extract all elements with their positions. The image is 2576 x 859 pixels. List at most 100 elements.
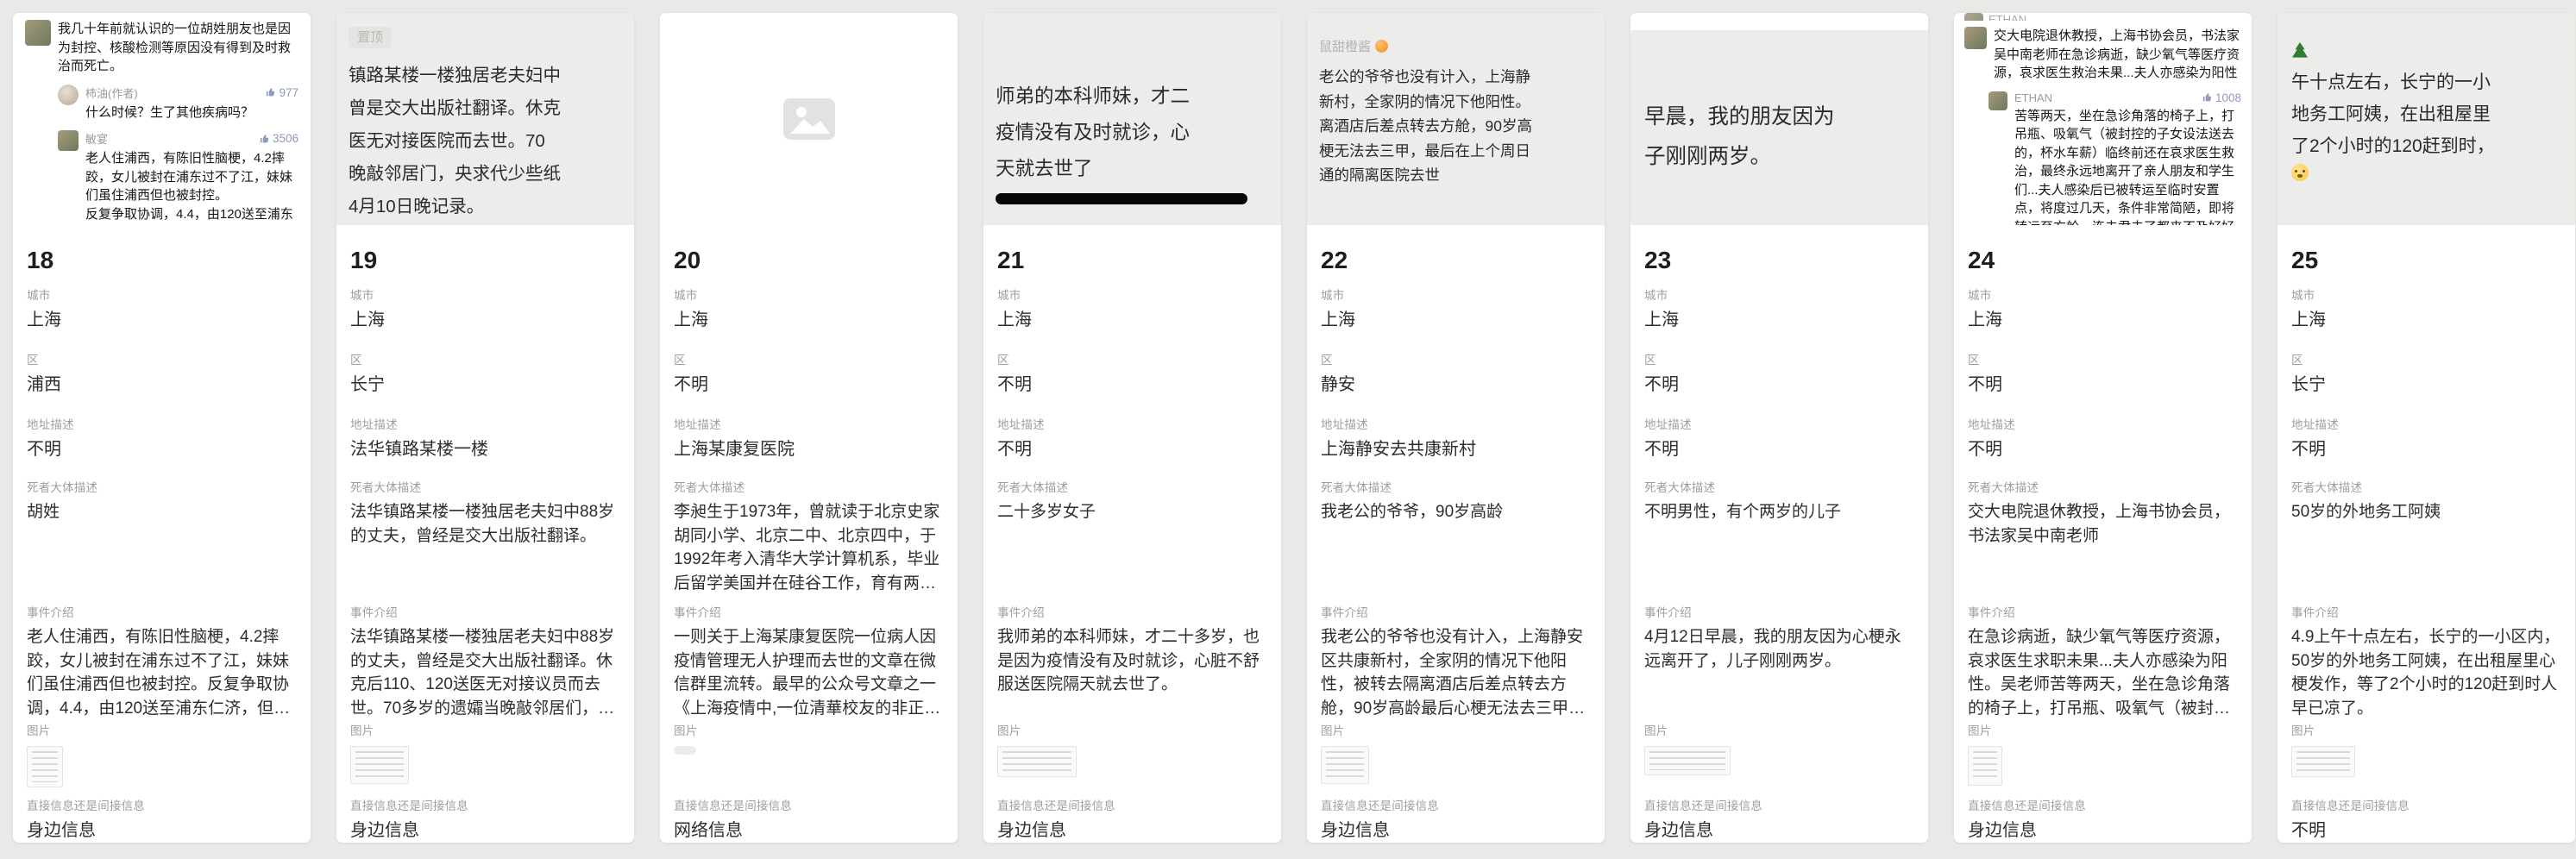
field-value-district: 不明 — [674, 373, 944, 397]
field-event: 事件介绍 我老公的爷爷也没有计入，上海静安区共康新村，全家阴的情况下他阳性，被转… — [1321, 606, 1591, 724]
field-city: 城市 上海 — [997, 289, 1267, 354]
field-label-image: 图片 — [2291, 724, 2561, 738]
field-label-event: 事件介绍 — [1321, 606, 1591, 620]
record-card[interactable]: 我几十年前就认识的一位胡姓朋友也是因为封控、核酸检测等原因没有得到及时救治而死亡… — [12, 12, 311, 843]
field-direct: 直接信息还是间接信息 身边信息 — [1321, 799, 1591, 843]
image-thumbnail[interactable] — [2291, 746, 2355, 777]
field-label-deceased: 死者大体描述 — [1644, 481, 1914, 495]
field-city: 城市 上海 — [1644, 289, 1914, 354]
avatar — [25, 20, 51, 46]
field-value-address: 不明 — [1644, 437, 1914, 461]
screenshot-text-line: 晚敲邻居门，央求代少些纸 — [349, 158, 622, 191]
field-city: 城市 上海 — [2291, 289, 2561, 354]
field-label-city: 城市 — [674, 289, 944, 303]
field-label-deceased: 死者大体描述 — [997, 481, 1267, 495]
image-thumbnail[interactable] — [27, 746, 63, 787]
field-label-district: 区 — [1968, 354, 2238, 367]
field-label-direct: 直接信息还是间接信息 — [997, 799, 1267, 813]
field-direct: 直接信息还是间接信息 网络信息 — [674, 799, 944, 843]
field-label-address: 地址描述 — [1321, 418, 1591, 432]
screenshot-text-line: 离酒店后差点转去方舱，90岁高 — [1319, 114, 1593, 139]
field-value-address: 不明 — [997, 437, 1267, 461]
field-label-direct: 直接信息还是间接信息 — [2291, 799, 2561, 813]
record-card[interactable]: 早晨，我的朋友因为子刚刚两岁。 23 城市 上海 区 不明 地址描述 不明 死者… — [1630, 12, 1929, 843]
field-label-district: 区 — [27, 354, 297, 367]
field-image: 图片 — [2291, 724, 2561, 799]
field-value-deceased: 法华镇路某楼一楼独居老夫妇中88岁的丈夫，曾经是交大出版社翻译。 — [350, 500, 620, 548]
field-value-event: 一则关于上海某康复医院一位病人因疫情管理无人护理而去世的文章在微信群里流转。最早… — [674, 625, 944, 720]
field-value-city: 上海 — [27, 308, 297, 332]
field-value-district: 静安 — [1321, 373, 1591, 397]
field-label-address: 地址描述 — [27, 418, 297, 432]
comment-text: 什么时候？生了其他疾病吗？ — [85, 103, 298, 122]
field-label-address: 地址描述 — [997, 418, 1267, 432]
field-value-direct: 身边信息 — [1644, 818, 1914, 843]
field-district: 区 静安 — [1321, 354, 1591, 418]
field-direct: 直接信息还是间接信息 身边信息 — [27, 799, 297, 843]
image-thumbnail[interactable] — [1321, 746, 1369, 784]
comment-row: 交大电院退休教授，上海书协会员，书法家吴中南老师在急诊病逝，缺少氧气等医疗资源，… — [1964, 27, 2241, 83]
field-address: 地址描述 不明 — [997, 418, 1267, 481]
field-value-deceased: 不明男性，有个两岁的儿子 — [1644, 500, 1914, 524]
screenshot-text-line: 梗无法去三甲，最后在上个周日 — [1319, 139, 1593, 164]
cover-screenshot: 置顶镇路某楼一楼独居老夫妇中曾是交大出版社翻译。休克医无对接医院而去世。70晚敲… — [336, 13, 634, 225]
field-label-district: 区 — [350, 354, 620, 367]
record-number: 19 — [350, 248, 620, 289]
field-value-city: 上海 — [997, 308, 1267, 332]
record-body: 20 城市 上海 区 不明 地址描述 上海某康复医院 死者大体描述 李昶生于19… — [660, 225, 958, 843]
screenshot-text-line: 4月10日晚记录。 — [349, 191, 622, 223]
record-card[interactable]: 午十点左右，长宁的一小地务工阿姨，在出租屋里了2个小时的120赶到时， 25 城… — [2277, 12, 2576, 843]
field-direct: 直接信息还是间接信息 身边信息 — [1644, 799, 1914, 843]
record-card[interactable]: 置顶镇路某楼一楼独居老夫妇中曾是交大出版社翻译。休克医无对接医院而去世。70晚敲… — [336, 12, 635, 843]
field-label-deceased: 死者大体描述 — [1321, 481, 1591, 495]
image-thumbnail[interactable] — [1968, 746, 2002, 786]
screenshot-text-line: 师弟的本科师妹，才二 — [996, 78, 1269, 115]
record-body: 18 城市 上海 区 浦西 地址描述 不明 死者大体描述 胡姓 事件介绍 老人住… — [13, 225, 311, 843]
screenshot-text-line: 地务工阿姨，在出租屋里 — [2291, 98, 2561, 130]
field-label-city: 城市 — [350, 289, 620, 303]
field-address: 地址描述 不明 — [27, 418, 297, 481]
record-cover-image: 午十点左右，长宁的一小地务工阿姨，在出租屋里了2个小时的120赶到时， — [2278, 13, 2575, 225]
record-card[interactable]: 鼠甜橙酱老公的爷爷也没有计入，上海静新村，全家阴的情况下他阳性。离酒店后差点转去… — [1306, 12, 1605, 843]
field-event: 事件介绍 一则关于上海某康复医院一位病人因疫情管理无人护理而去世的文章在微信群里… — [674, 606, 944, 724]
field-city: 城市 上海 — [1321, 289, 1591, 354]
image-thumbnail[interactable] — [674, 746, 696, 755]
field-value-city: 上海 — [1644, 308, 1914, 332]
image-thumbnail[interactable] — [350, 746, 409, 784]
field-event: 事件介绍 我师弟的本科师妹，才二十多岁，也是因为疫情没有及时就诊，心脏不舒服送医… — [997, 606, 1267, 724]
field-value-direct: 身边信息 — [997, 818, 1267, 843]
screenshot-text-line: 了2个小时的120赶到时， — [2291, 130, 2561, 162]
comment-row: 柿油(作者)977什么时候？生了其他疾病吗？ — [58, 85, 298, 122]
screenshot-text-line: 新村，全家阴的情况下他阳性。 — [1319, 90, 1593, 115]
field-label-deceased: 死者大体描述 — [350, 481, 620, 495]
field-address: 地址描述 不明 — [1968, 418, 2238, 481]
record-card[interactable]: 20 城市 上海 区 不明 地址描述 上海某康复医院 死者大体描述 李昶生于19… — [659, 12, 958, 843]
field-direct: 直接信息还是间接信息 身边信息 — [1968, 799, 2238, 843]
field-value-deceased: 交大电院退休教授，上海书协会员，书法家吴中南老师 — [1968, 500, 2238, 548]
cropped-post-header: ETHAN — [1964, 13, 2241, 21]
field-label-event: 事件介绍 — [674, 606, 944, 620]
field-district: 区 不明 — [997, 354, 1267, 418]
record-body: 24 城市 上海 区 不明 地址描述 不明 死者大体描述 交大电院退休教授，上海… — [1954, 225, 2252, 843]
record-body: 22 城市 上海 区 静安 地址描述 上海静安去共康新村 死者大体描述 我老公的… — [1307, 225, 1605, 843]
comment-text: 交大电院退休教授，上海书协会员，书法家吴中南老师在急诊病逝，缺少氧气等医疗资源，… — [1994, 27, 2241, 83]
cry-emoji — [2291, 164, 2309, 181]
field-value-address: 不明 — [1968, 437, 2238, 461]
image-thumbnail[interactable] — [1644, 746, 1731, 775]
tree-emoji — [2291, 42, 2309, 61]
field-label-district: 区 — [1644, 354, 1914, 367]
field-value-deceased: 李昶生于1973年，曾就读于北京史家胡同小学、北京二中、北京四中，于1992年考… — [674, 500, 944, 595]
record-card[interactable]: ETHAN 交大电院退休教授，上海书协会员，书法家吴中南老师在急诊病逝，缺少氧气等… — [1953, 12, 2252, 843]
field-image: 图片 — [27, 724, 297, 799]
field-value-deceased: 50岁的外地务工阿姨 — [2291, 500, 2561, 524]
field-label-direct: 直接信息还是间接信息 — [1321, 799, 1591, 813]
record-card[interactable]: 师弟的本科师妹，才二疫情没有及时就诊，心天就去世了 21 城市 上海 区 不明 … — [983, 12, 1282, 843]
field-label-event: 事件介绍 — [997, 606, 1267, 620]
record-number: 20 — [674, 248, 944, 289]
field-label-image: 图片 — [997, 724, 1267, 738]
field-district: 区 浦西 — [27, 354, 297, 418]
field-label-image: 图片 — [350, 724, 620, 738]
image-thumbnail[interactable] — [997, 746, 1077, 777]
field-city: 城市 上海 — [674, 289, 944, 354]
field-value-deceased: 二十多岁女子 — [997, 500, 1267, 524]
